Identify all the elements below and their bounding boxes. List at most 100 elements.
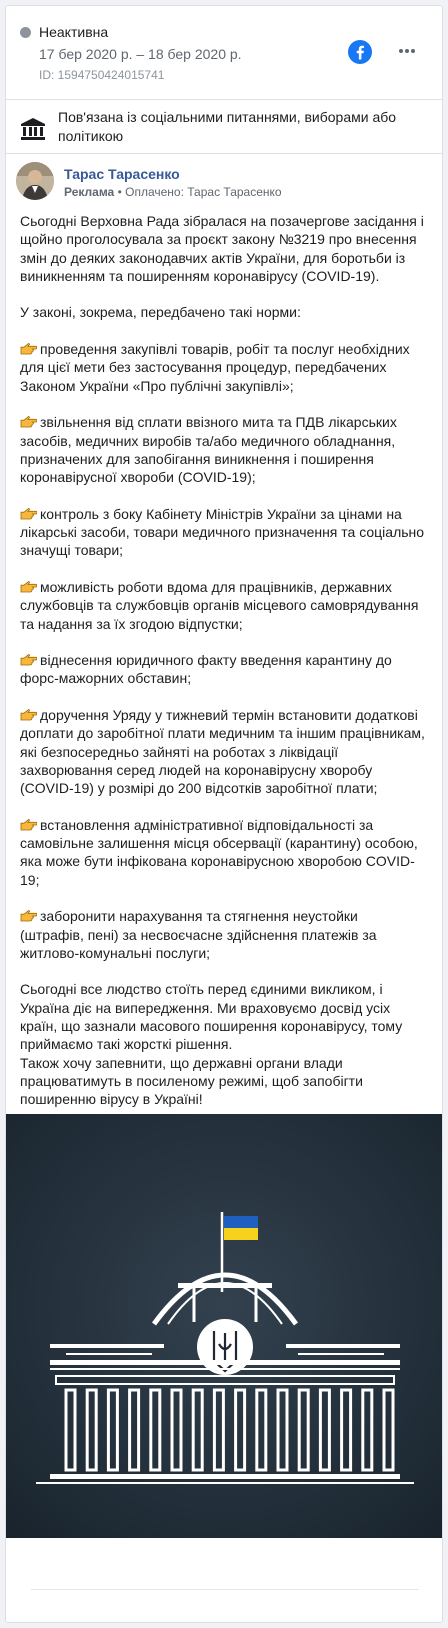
pointing-hand-icon xyxy=(20,581,37,593)
government-building-icon xyxy=(21,118,45,140)
post-line: звільнення від сплати ввізного мита та П… xyxy=(20,413,432,431)
post-line-text: контроль з боку Кабінету Міністрів Украї… xyxy=(40,505,402,522)
post-line-text: працюватимуть в посиленому режимі, щоб з… xyxy=(20,1072,363,1089)
post-line-text: лікарські засоби, товари медичного призн… xyxy=(20,524,425,541)
post-line-text: Сьогодні Верховна Рада зібралася на поза… xyxy=(20,213,424,229)
post-line: засобів, медичних виробів та/або медично… xyxy=(20,432,432,450)
avatar[interactable] xyxy=(16,162,54,200)
post-line: 19; xyxy=(20,871,432,889)
category-row: Пов'язана із соціальними питаннями, вибо… xyxy=(6,100,442,153)
post-list-item: можливість роботи вдома для працівників,… xyxy=(20,578,432,651)
post-line-text: поширенню вірусу в Україні! xyxy=(20,1091,203,1108)
post-line: поширенню вірусу в Україні! xyxy=(20,1090,432,1108)
post-list-item: заборонити нарахування та стягнення неус… xyxy=(20,907,432,980)
divider xyxy=(6,153,442,154)
post-list-item: звільнення від сплати ввізного мита та П… xyxy=(20,413,432,504)
post-line-text: Сьогодні все людство стоїть перед єдиним… xyxy=(20,981,383,998)
post-line-text: (COVID-19) у розмірі до 200 відсотків за… xyxy=(20,780,378,797)
pointing-hand-icon xyxy=(20,654,37,666)
post-line-text: можливість роботи вдома для працівників,… xyxy=(40,578,392,595)
post-line: призначених для запобігання виникнення і… xyxy=(20,450,432,468)
pointing-hand-icon xyxy=(20,818,37,831)
post-line-text: форс-мажорних обставин; xyxy=(20,670,192,687)
sponsored-line: Реклама • Оплачено: Тарас Тарасенко xyxy=(64,185,282,199)
pointing-hand-icon xyxy=(20,709,37,721)
category-line: політикою xyxy=(58,128,124,144)
post-list-item: віднесення юридичного факту введення кар… xyxy=(20,651,432,706)
pointing-hand-icon xyxy=(20,416,37,428)
post-line: приймаємо такі жорсткі рішення. xyxy=(20,1035,432,1053)
ad-image[interactable] xyxy=(6,1114,443,1538)
post-line-text: доручення Уряду у тижневий термін встано… xyxy=(40,707,418,724)
post-lead: У законі, зокрема, передбачено такі норм… xyxy=(20,304,301,321)
post-line-text: встановлення адміністративної відповідал… xyxy=(40,816,374,833)
more-options-icon[interactable] xyxy=(397,44,417,58)
post-line: лікарські засоби, товари медичного призн… xyxy=(20,523,432,541)
post-line-text: для цієї мети без застосування процедур,… xyxy=(20,359,387,376)
post-line: та надання за їх згодою відпустки; xyxy=(20,615,432,633)
post-line-text: житлово-комунальні послуги; xyxy=(20,944,211,961)
post-line-text: звільнення від сплати ввізного мита та П… xyxy=(40,414,397,431)
post-line: Сьогодні все людство стоїть перед єдиним… xyxy=(20,980,432,998)
post-line-text: службовців та службовців органів місцево… xyxy=(20,597,419,614)
pointing-hand-icon xyxy=(20,910,37,922)
pointing-hand-icon xyxy=(20,507,37,520)
post-line-text: (штрафів, пені) за несвоєчасне здійсненн… xyxy=(20,926,377,943)
ad-card: Неактивна 17 бер 2020 р. – 18 бер 2020 р… xyxy=(5,5,443,1623)
post-line-text: засобів, медичних виробів та/або медично… xyxy=(20,432,396,449)
category-text: Пов'язана із соціальними питаннями, вибо… xyxy=(58,108,418,146)
status-label: Неактивна xyxy=(39,24,109,40)
post-line: Також хочу запевнити, що державні органи… xyxy=(20,1054,432,1072)
post-line: доплати до заробітної плати медичним та … xyxy=(20,724,432,742)
category-line: Пов'язана із соціальними питаннями, вибо… xyxy=(58,109,397,125)
separator-dot: • xyxy=(117,185,122,199)
post-line: яка може бути інфікована коронавірусною … xyxy=(20,852,432,870)
post-line: Законом України «Про публічні закупівлі»… xyxy=(20,377,432,395)
post-line: країн, що зазнали масового поширення кор… xyxy=(20,1017,432,1035)
author-name[interactable]: Тарас Тарасенко xyxy=(64,166,180,182)
post-line: працюватимуть в посиленому режимі, щоб з… xyxy=(20,1072,432,1090)
post-line-text: значущі товари; xyxy=(20,542,124,559)
post-line: контроль з боку Кабінету Міністрів Украї… xyxy=(20,505,432,523)
post-line-text: віднесення юридичного факту введення кар… xyxy=(40,652,392,669)
post-line-text: проведення закупівлі товарів, робіт та п… xyxy=(40,341,410,358)
facebook-icon xyxy=(348,40,372,64)
post-line: житлово-комунальні послуги; xyxy=(20,944,432,962)
avatar-image xyxy=(16,162,54,200)
post-line: для цієї мети без застосування процедур,… xyxy=(20,358,432,376)
post-line: виникненням та поширенням коронавірусу (… xyxy=(20,267,432,285)
post-line: доручення Уряду у тижневий термін встано… xyxy=(20,706,432,724)
post-line-text: щойно проголосувала за проєкт закону №32… xyxy=(20,231,417,248)
post-line: Україна діє на випередження. Ми враховує… xyxy=(20,999,432,1017)
post-line: віднесення юридичного факту введення кар… xyxy=(20,651,432,669)
post-line: які безпосередньо зайняті на роботах з л… xyxy=(20,743,432,761)
post-line: можливість роботи вдома для працівників,… xyxy=(20,578,432,596)
post-list-item: доручення Уряду у тижневий термін встано… xyxy=(20,706,432,816)
post-line: щойно проголосувала за проєкт закону №32… xyxy=(20,230,432,248)
post-line: (штрафів, пені) за несвоєчасне здійсненн… xyxy=(20,926,432,944)
sponsored-label: Реклама xyxy=(64,185,115,199)
post-line-text: та надання за їх згодою відпустки; xyxy=(20,615,243,632)
post-line-text: Україна діє на випередження. Ми враховує… xyxy=(20,999,391,1016)
post-intro: Сьогодні Верховна Рада зібралася на поза… xyxy=(20,212,432,285)
post-line-text: захворювання серед людей на коронавірусн… xyxy=(20,761,373,778)
post-line: встановлення адміністративної відповідал… xyxy=(20,816,432,834)
post-line-text: які безпосередньо зайняті на роботах з л… xyxy=(20,743,339,760)
post-line: заборонити нарахування та стягнення неус… xyxy=(20,907,432,925)
post-line-text: самовільне залишення місця обсервації (к… xyxy=(20,835,418,852)
post-line-text: коронавірусної хвороби (COVID-19); xyxy=(20,469,256,486)
status-row: Неактивна xyxy=(20,24,108,40)
post-line: самовільне залишення місця обсервації (к… xyxy=(20,834,432,852)
ad-id: ID: 1594750424015741 xyxy=(39,68,165,82)
post-list-item: встановлення адміністративної відповідал… xyxy=(20,816,432,907)
paid-by: Оплачено: Тарас Тарасенко xyxy=(125,185,282,199)
ad-dates: 17 бер 2020 р. – 18 бер 2020 р. xyxy=(39,46,242,62)
post-line-text: яка може бути інфікована коронавірусною … xyxy=(20,853,415,870)
post-line-text: Також хочу запевнити, що державні органи… xyxy=(20,1054,343,1071)
post-line-text: Законом України «Про публічні закупівлі»… xyxy=(20,377,294,394)
post-line-text: змін до деяких законодавчих актів Україн… xyxy=(20,249,406,266)
post-closing: Сьогодні все людство стоїть перед єдиним… xyxy=(20,980,432,1108)
post-line-text: виникненням та поширенням коронавірусу (… xyxy=(20,267,380,284)
post-list-item: проведення закупівлі товарів, робіт та п… xyxy=(20,340,432,413)
post-line-text: призначених для запобігання виникнення і… xyxy=(20,450,374,467)
